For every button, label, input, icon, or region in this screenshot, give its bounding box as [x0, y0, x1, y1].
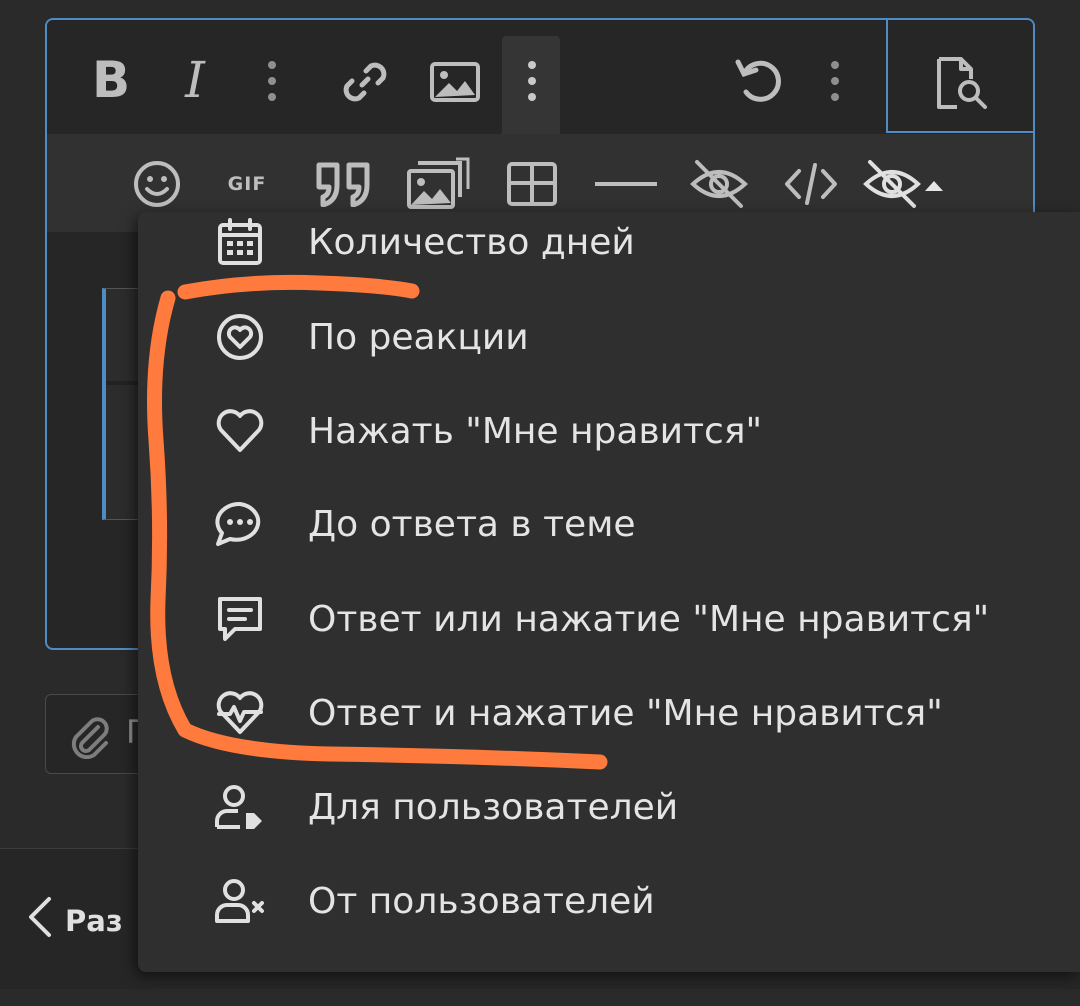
calendar-icon [212, 214, 268, 270]
preview-icon[interactable] [929, 54, 993, 112]
italic-icon[interactable]: I [169, 50, 221, 110]
menu-item-label: Нажать "Мне нравится" [308, 410, 763, 452]
menu-item-label: Для пользователей [308, 786, 679, 828]
heart-icon [212, 403, 268, 459]
undo-icon[interactable] [730, 54, 788, 108]
more-options-icon[interactable] [820, 56, 850, 106]
back-label: Раз [65, 903, 123, 938]
reaction-heart-icon [212, 309, 268, 365]
menu-item-label: По реакции [308, 316, 529, 358]
paperclip-icon [68, 715, 112, 763]
link-icon[interactable] [337, 56, 393, 108]
more-options-icon[interactable] [257, 56, 287, 106]
menu-item-reply-or-like[interactable]: Ответ или нажатие "Мне нравится" [138, 572, 1080, 666]
menu-item-reply[interactable]: До ответа в теме [138, 477, 1080, 571]
menu-item-label: До ответа в теме [308, 503, 636, 545]
menu-item-label: Количество дней [308, 221, 635, 263]
message-icon [212, 591, 268, 647]
editor-toolbar-primary: B I [47, 20, 1033, 134]
menu-item-for-users[interactable]: Для пользователей [138, 760, 1080, 854]
menu-item-label: От пользователей [308, 880, 655, 922]
chevron-left-icon [25, 895, 55, 946]
menu-item-like[interactable]: Нажать "Мне нравится" [138, 384, 1080, 478]
image-icon[interactable] [425, 58, 485, 106]
menu-item-label: Ответ и нажатие "Мне нравится" [308, 692, 943, 734]
more-options-icon[interactable] [517, 56, 547, 106]
bold-icon[interactable]: B [85, 50, 137, 110]
menu-item-from-users[interactable]: От пользователей [138, 854, 1080, 948]
menu-item-label: Ответ или нажатие "Мне нравится" [308, 598, 990, 640]
heart-pulse-icon [212, 685, 268, 741]
menu-item-days[interactable]: Количество дней [138, 195, 1080, 289]
chat-bubble-icon [212, 496, 268, 552]
caret-up-icon [923, 176, 945, 194]
menu-item-by-reaction[interactable]: По реакции [138, 290, 1080, 384]
hide-options-dropdown: Количество дней По реакции Нажать "Мне н… [138, 212, 1080, 972]
back-link[interactable]: Раз [25, 895, 123, 946]
menu-item-reply-and-like[interactable]: Ответ и нажатие "Мне нравится" [138, 666, 1080, 760]
user-tag-icon [212, 779, 268, 835]
user-remove-icon [212, 873, 268, 929]
